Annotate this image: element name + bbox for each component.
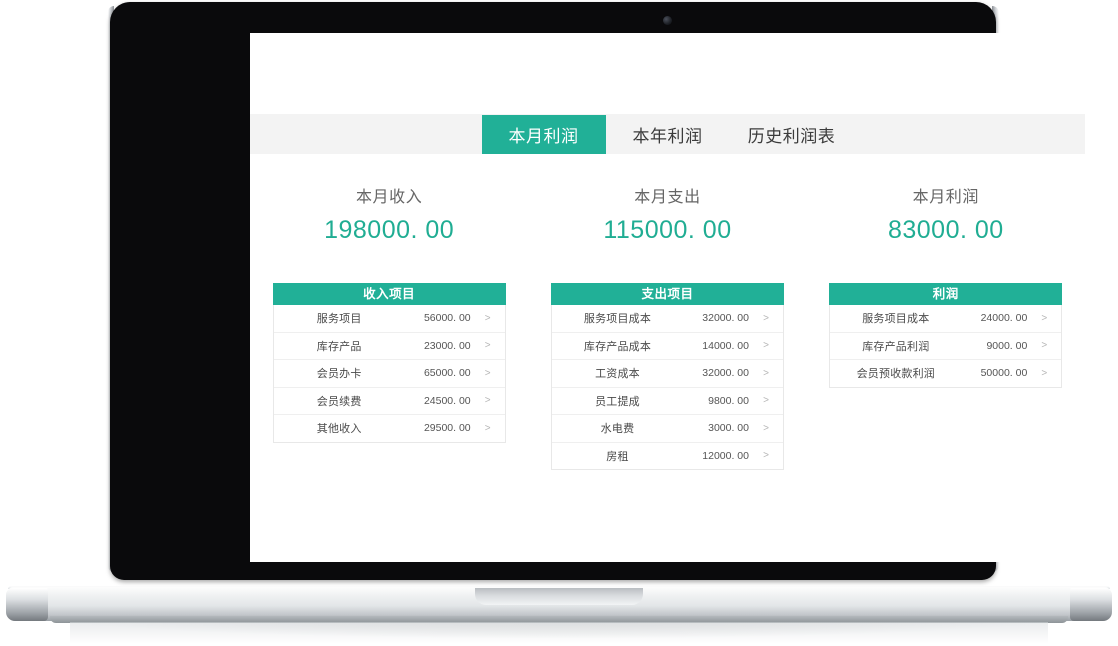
row-label: 房租: [606, 450, 629, 463]
table-row[interactable]: 水电费 3000. 00 >: [551, 415, 783, 443]
row-label: 库存产品利润: [862, 340, 930, 353]
laptop-screen: 本月利润 本年利润 历史利润表 本月收入 198000. 00 本月支出 115…: [250, 33, 1085, 562]
row-label: 会员办卡: [316, 368, 362, 381]
row-value: 3000. 00: [708, 422, 749, 435]
profit-table-header: 利润: [829, 283, 1063, 305]
row-value: 50000. 00: [980, 367, 1028, 380]
chevron-right-icon[interactable]: >: [749, 340, 783, 351]
row-label: 服务项目: [316, 313, 362, 326]
table-column-profit: 利润 服务项目成本 24000. 00 > 库存产品利润 9000. 00 >: [807, 283, 1085, 470]
row-label: 会员预收款利润: [856, 368, 936, 381]
row-label: 会员续费: [316, 395, 362, 408]
row-value: 23000. 00: [423, 339, 471, 352]
income-table: 收入项目 服务项目 56000. 00 > 库存产品 23000. 00 > 会…: [272, 283, 506, 470]
table-row[interactable]: 会员办卡 65000. 00 >: [273, 360, 505, 388]
table-column-income: 收入项目 服务项目 56000. 00 > 库存产品 23000. 00 > 会…: [250, 283, 528, 470]
laptop-base-left-cap: [6, 588, 48, 621]
row-label: 服务项目成本: [583, 313, 652, 326]
chevron-right-icon[interactable]: >: [749, 395, 783, 406]
table-row[interactable]: 服务项目成本 24000. 00 >: [830, 305, 1062, 333]
table-row[interactable]: 房租 12000. 00 >: [552, 443, 783, 470]
table-row[interactable]: 其他收入 29500. 00 >: [274, 415, 505, 442]
row-label: 其他收入: [316, 423, 362, 436]
row-value: 9000. 00: [986, 339, 1028, 352]
table-row[interactable]: 服务项目成本 32000. 00 >: [551, 305, 783, 333]
summary-profit-value: 83000. 00: [887, 216, 1004, 244]
chevron-right-icon[interactable]: >: [471, 340, 505, 351]
expense-table-body: 服务项目成本 32000. 00 > 库存产品成本 14000. 00 > 工资…: [550, 305, 784, 470]
summary-income: 本月收入 198000. 00: [250, 183, 528, 245]
chevron-right-icon[interactable]: >: [1027, 313, 1061, 324]
chevron-right-icon[interactable]: >: [749, 423, 783, 434]
row-value: 32000. 00: [702, 367, 749, 380]
chevron-right-icon[interactable]: >: [471, 395, 505, 406]
chevron-right-icon[interactable]: >: [471, 423, 505, 434]
row-label: 库存产品: [316, 340, 362, 353]
table-row[interactable]: 库存产品成本 14000. 00 >: [551, 333, 783, 360]
table-row[interactable]: 会员续费 24500. 00 >: [273, 388, 505, 415]
expense-table: 支出项目 服务项目成本 32000. 00 > 库存产品成本 14000. 00…: [550, 283, 784, 470]
summary-expense-label: 本月支出: [634, 189, 701, 206]
row-label: 库存产品成本: [583, 340, 652, 353]
table-column-expense: 支出项目 服务项目成本 32000. 00 > 库存产品成本 14000. 00…: [528, 283, 806, 470]
summary-income-value: 198000. 00: [324, 216, 455, 244]
chevron-right-icon[interactable]: >: [749, 313, 783, 324]
row-label: 工资成本: [595, 368, 640, 381]
laptop-desk-reflection: [70, 622, 1048, 644]
row-value: 29500. 00: [423, 422, 471, 435]
table-row[interactable]: 会员预收款利润 50000. 00 >: [830, 360, 1061, 387]
row-value: 9800. 00: [708, 394, 749, 407]
tabs-container: 本月利润 本年利润 历史利润表: [481, 114, 854, 154]
tab-label: 历史利润表: [747, 126, 836, 146]
webcam-icon: [663, 16, 672, 25]
chevron-right-icon[interactable]: >: [471, 313, 505, 324]
summary-profit-label: 本月利润: [912, 189, 980, 206]
table-row[interactable]: 库存产品 23000. 00 >: [273, 333, 505, 360]
laptop-lid-bezel: 本月利润 本年利润 历史利润表 本月收入 198000. 00 本月支出 115…: [110, 2, 1085, 580]
row-value: 32000. 00: [702, 312, 749, 325]
row-value: 24500. 00: [423, 394, 471, 407]
table-row[interactable]: 员工提成 9800. 00 >: [551, 388, 783, 415]
row-value: 65000. 00: [423, 367, 471, 380]
laptop-base-notch: [475, 588, 643, 605]
summary-profit: 本月利润 83000. 00: [807, 183, 1085, 245]
row-value: 56000. 00: [423, 312, 471, 325]
summary-row: 本月收入 198000. 00 本月支出 115000. 00 本月利润 830…: [250, 183, 1085, 245]
table-row[interactable]: 服务项目 56000. 00 >: [273, 305, 505, 333]
row-label: 水电费: [600, 423, 635, 436]
income-table-header: 收入项目: [272, 283, 506, 305]
tab-current-year-profit[interactable]: 本年利润: [606, 115, 730, 154]
chevron-right-icon[interactable]: >: [1027, 340, 1061, 351]
row-value: 24000. 00: [980, 312, 1028, 325]
tab-label: 本年利润: [632, 126, 703, 146]
chevron-right-icon[interactable]: >: [749, 450, 783, 461]
profit-table: 利润 服务项目成本 24000. 00 > 库存产品利润 9000. 00 >: [829, 283, 1063, 470]
laptop-base-right-cap: [1070, 588, 1112, 621]
chevron-right-icon[interactable]: >: [471, 368, 505, 379]
row-value: 12000. 00: [702, 449, 749, 462]
table-row[interactable]: 工资成本 32000. 00 >: [551, 360, 783, 388]
chevron-right-icon[interactable]: >: [1027, 368, 1061, 379]
income-table-body: 服务项目 56000. 00 > 库存产品 23000. 00 > 会员办卡 6…: [272, 305, 506, 443]
row-label: 服务项目成本: [862, 313, 930, 326]
tab-history-profit-table[interactable]: 历史利润表: [730, 115, 854, 154]
tab-label: 本月利润: [508, 126, 579, 146]
row-label: 员工提成: [595, 395, 640, 408]
summary-income-label: 本月收入: [355, 189, 423, 206]
summary-expense: 本月支出 115000. 00: [528, 183, 806, 245]
tables-row: 收入项目 服务项目 56000. 00 > 库存产品 23000. 00 > 会…: [250, 283, 1085, 470]
row-value: 14000. 00: [702, 339, 749, 352]
chevron-right-icon[interactable]: >: [749, 368, 783, 379]
summary-expense-value: 115000. 00: [603, 216, 732, 244]
table-row[interactable]: 库存产品利润 9000. 00 >: [830, 333, 1062, 360]
expense-table-header: 支出项目: [550, 283, 784, 305]
tab-bar: 本月利润 本年利润 历史利润表: [250, 114, 1085, 154]
laptop-device: 本月利润 本年利润 历史利润表 本月收入 198000. 00 本月支出 115…: [0, 0, 1118, 646]
tab-current-month-profit[interactable]: 本月利润: [481, 114, 606, 154]
profit-table-body: 服务项目成本 24000. 00 > 库存产品利润 9000. 00 > 会员预…: [829, 305, 1063, 388]
